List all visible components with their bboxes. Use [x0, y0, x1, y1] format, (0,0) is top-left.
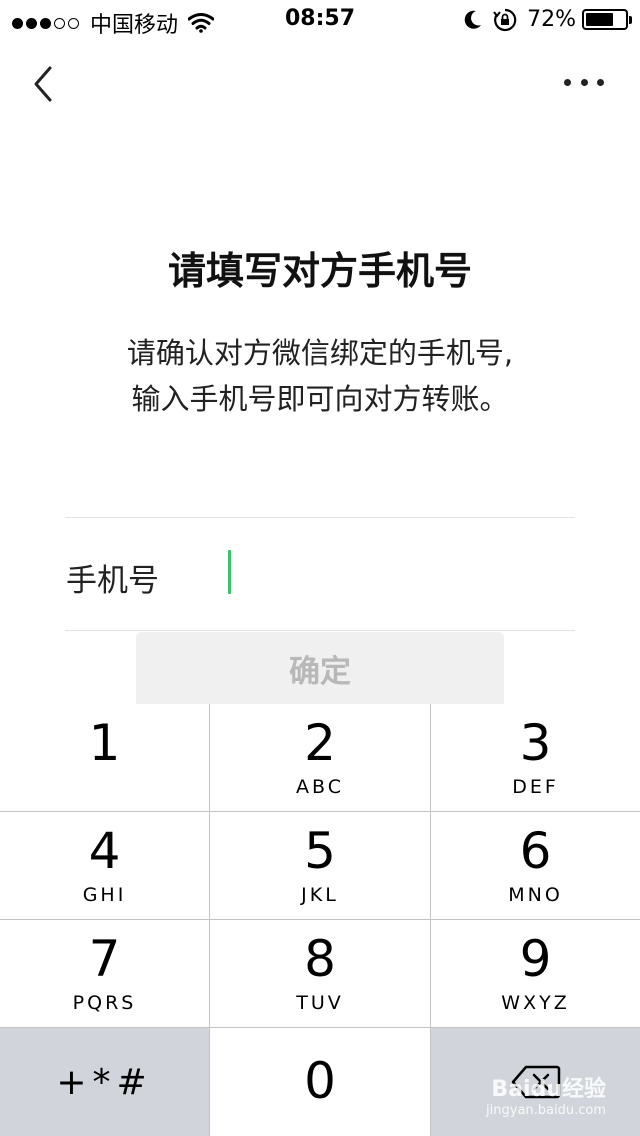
phone-input[interactable]: [224, 548, 574, 596]
battery-percent: 72%: [527, 7, 576, 32]
more-button[interactable]: [564, 74, 604, 90]
subtitle-line-2: 输入手机号即可向对方转账。: [131, 382, 509, 416]
key-letters: DEF: [512, 776, 559, 798]
battery-icon: [582, 9, 632, 30]
key-letters: PQRS: [72, 992, 137, 1014]
key-digit: 8: [304, 930, 336, 988]
rotation-lock-icon: [493, 8, 517, 31]
key-digit: 0: [304, 1052, 336, 1110]
status-right: 72%: [453, 7, 632, 32]
key-4[interactable]: 4 GHI: [0, 812, 209, 919]
key-1[interactable]: 1: [0, 704, 209, 811]
chevron-left-icon: [34, 66, 52, 102]
key-letters: GHI: [82, 884, 127, 906]
key-letters: WXYZ: [501, 992, 570, 1014]
key-digit: 4: [88, 822, 121, 880]
watermark: Baidu经验 jingyan.baidu.com: [486, 1071, 606, 1118]
moon-icon: [464, 10, 482, 29]
key-8[interactable]: 8 TUV: [210, 920, 430, 1027]
key-digit: 1: [88, 714, 121, 772]
key-2[interactable]: 2 ABC: [210, 704, 430, 811]
key-letters: TUV: [296, 992, 344, 1014]
key-5[interactable]: 5 JKL: [210, 812, 430, 919]
key-letters: MNO: [508, 884, 563, 906]
key-digit: 2: [304, 714, 336, 772]
confirm-button[interactable]: 确定: [136, 632, 504, 704]
battery-level: [586, 13, 614, 26]
key-3[interactable]: 3 DEF: [431, 704, 640, 811]
back-button[interactable]: [26, 62, 62, 106]
key-9[interactable]: 9 WXYZ: [431, 920, 640, 1027]
key-symbols[interactable]: +*#: [0, 1028, 209, 1136]
page-title: 请填写对方手机号: [167, 249, 472, 293]
watermark-brand: Baidu经验: [491, 1077, 606, 1102]
more-horizontal-icon: [564, 78, 571, 86]
text-cursor: [228, 550, 231, 594]
key-digit: 7: [88, 930, 121, 988]
key-letters: JKL: [301, 884, 339, 906]
divider: [65, 517, 575, 518]
watermark-url: jingyan.baidu.com: [486, 1103, 606, 1118]
key-6[interactable]: 6 MNO: [431, 812, 640, 919]
key-digit: 5: [304, 822, 336, 880]
key-digit: 6: [519, 822, 552, 880]
divider: [65, 630, 575, 631]
key-digit: 3: [519, 714, 552, 772]
phone-label: 手机号: [66, 563, 159, 599]
key-0[interactable]: 0: [210, 1028, 430, 1136]
key-7[interactable]: 7 PQRS: [0, 920, 209, 1027]
subtitle-line-1: 请确认对方微信绑定的手机号,: [126, 336, 514, 370]
status-bar: 中国移动 08:57 72%: [0, 0, 640, 40]
key-letters: ABC: [296, 776, 344, 798]
key-digit: 9: [519, 930, 552, 988]
